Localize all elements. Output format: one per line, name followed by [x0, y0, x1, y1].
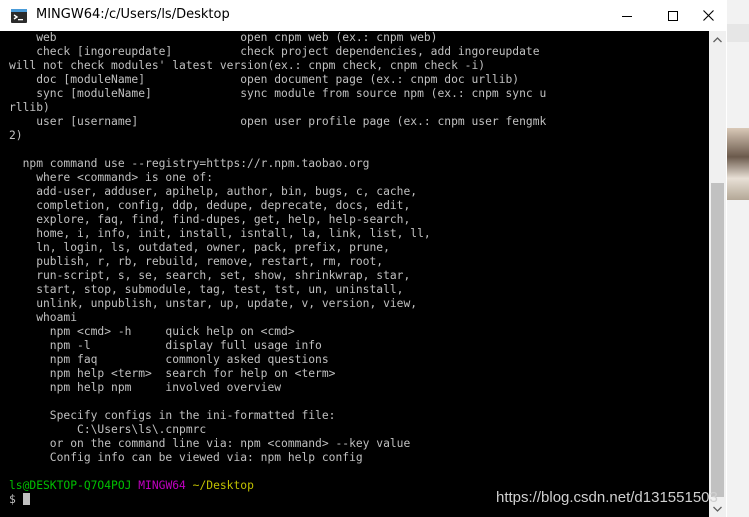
close-icon [702, 10, 714, 21]
scrollbar-thumb[interactable] [711, 183, 724, 497]
chevron-down-icon [713, 506, 722, 512]
terminal-line: Specify configs in the ini-formatted fil… [49, 409, 336, 422]
terminal-line: npm command use --registry=https://r.npm… [22, 157, 370, 170]
background-window-edge [727, 0, 749, 517]
terminal-output-area[interactable]: web open cnpm web (ex.: cnpm web) check … [0, 31, 709, 517]
terminal-line: user [username] open user profile page (… [36, 115, 547, 128]
terminal-line: whoami [36, 311, 78, 324]
minimize-icon [622, 15, 632, 17]
window-title: MINGW64:/c/Users/ls/Desktop [36, 7, 230, 22]
watermark-text: https://blog.csdn.net/d131551503 [496, 489, 718, 506]
terminal-line: npm -l display full usage info [49, 339, 322, 352]
terminal-line: publish, r, rb, rebuild, remove, restart… [36, 255, 384, 268]
prompt-system: MINGW64 [138, 479, 186, 492]
terminal-output-lines: web open cnpm web (ex.: cnpm web) check … [9, 31, 546, 464]
terminal-line: doc [moduleName] open document page (ex.… [36, 73, 520, 86]
minimize-button[interactable] [604, 0, 650, 31]
terminal-line: npm faq commonly asked questions [49, 353, 329, 366]
terminal-line: npm help npm involved overview [49, 381, 282, 394]
terminal-line: C:\Users\ls\.cnpmrc [77, 423, 207, 436]
terminal-line: ln, login, ls, outdated, owner, pack, pr… [36, 241, 390, 254]
terminal-line: rllib) [9, 101, 50, 114]
terminal-line: sync [moduleName] sync module from sourc… [36, 87, 547, 100]
chevron-up-icon [713, 36, 722, 42]
prompt-symbol: $ [9, 493, 23, 506]
terminal-window: MINGW64:/c/Users/ls/Desktop web open cnp… [0, 0, 726, 517]
terminal-line: npm <cmd> -h quick help on <cmd> [49, 325, 295, 338]
terminal-line: home, i, info, init, install, isntall, l… [36, 227, 431, 240]
close-button[interactable] [690, 0, 726, 31]
title-bar[interactable]: MINGW64:/c/Users/ls/Desktop [0, 0, 726, 31]
terminal-line: web open cnpm web (ex.: cnpm web) [36, 31, 438, 44]
terminal-line: where <command> is one of: [36, 171, 214, 184]
terminal-line: start, stop, submodule, tag, test, tst, … [36, 283, 404, 296]
background-window-bar [727, 24, 749, 42]
terminal-line: unlink, unpublish, unstar, up, update, v… [36, 297, 418, 310]
background-photo [727, 128, 749, 200]
maximize-icon [668, 10, 678, 21]
terminal-line: explore, faq, find, find-dupes, get, hel… [36, 213, 411, 226]
terminal-text: web open cnpm web (ex.: cnpm web) check … [9, 31, 546, 507]
terminal-line: npm help <term> search for help on <term… [49, 367, 336, 380]
terminal-line: or on the command line via: npm <command… [49, 437, 411, 450]
vertical-scrollbar[interactable] [709, 31, 726, 517]
text-cursor [22, 493, 30, 505]
terminal-line: Config info can be viewed via: npm help … [49, 451, 363, 464]
git-bash-icon [11, 9, 27, 23]
terminal-line: run-script, s, se, search, set, show, sh… [36, 269, 411, 282]
terminal-line: add-user, adduser, apihelp, author, bin,… [36, 185, 418, 198]
prompt-user-host: ls@DESKTOP-Q7O4POJ [9, 479, 132, 492]
terminal-line: check [ingoreupdate] check project depen… [36, 45, 540, 58]
terminal-line: will not check modules' latest version(e… [9, 59, 486, 72]
prompt-path: ~/Desktop [192, 479, 254, 492]
terminal-line: completion, config, ddp, dedupe, depreca… [36, 199, 411, 212]
scroll-up-button[interactable] [709, 31, 726, 48]
terminal-line: 2) [9, 129, 23, 142]
